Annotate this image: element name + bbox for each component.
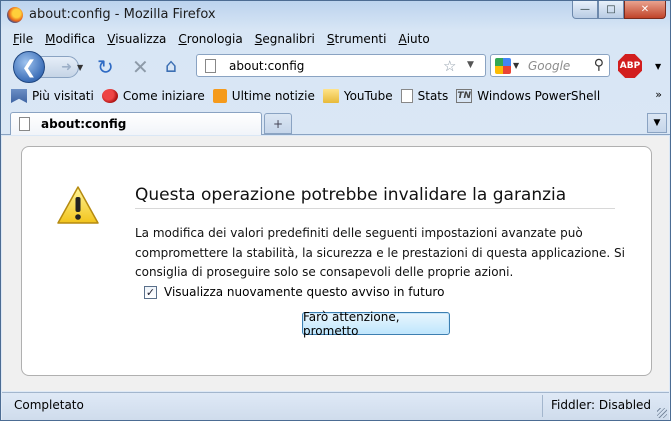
tab-about-config[interactable]: about:config bbox=[10, 112, 262, 135]
menu-strumenti[interactable]: Strumenti bbox=[321, 30, 393, 48]
firefox-logo-icon bbox=[7, 7, 23, 23]
bookmark-label: YouTube bbox=[343, 89, 393, 103]
page-icon bbox=[400, 89, 413, 103]
search-input[interactable]: Google bbox=[528, 59, 570, 73]
stop-icon[interactable]: ✕ bbox=[132, 57, 149, 77]
new-tab-button[interactable]: + bbox=[264, 113, 292, 134]
forward-button[interactable]: ➜ bbox=[39, 56, 79, 78]
bookmarks-overflow-icon[interactable]: » bbox=[655, 88, 662, 101]
status-text: Completato bbox=[14, 398, 84, 412]
window-controls: — □ ✕ bbox=[572, 1, 666, 19]
bookmark-label: Più visitati bbox=[32, 89, 94, 103]
bookmark-ultime-notizie[interactable]: Ultime notizie bbox=[212, 89, 315, 103]
menu-segnalibri[interactable]: Segnalibri bbox=[249, 30, 321, 48]
menu-file[interactable]: File bbox=[7, 30, 39, 48]
promise-button[interactable]: Farò attenzione, prometto bbox=[302, 310, 450, 338]
tab-strip: about:config + ▼ bbox=[1, 109, 670, 135]
firefox-icon bbox=[101, 89, 118, 103]
bookmark-piu-visitati[interactable]: Più visitati bbox=[11, 89, 94, 103]
bookmark-youtube[interactable]: YouTube bbox=[322, 89, 393, 103]
resize-grip-icon[interactable] bbox=[657, 408, 667, 418]
folder-icon bbox=[322, 89, 339, 103]
menu-visualizza[interactable]: Visualizza bbox=[101, 30, 172, 48]
bookmark-label: Stats bbox=[417, 89, 449, 103]
url-text[interactable]: about:config bbox=[229, 59, 304, 73]
page-icon bbox=[205, 59, 216, 73]
window-title: about:config - Mozilla Firefox bbox=[29, 7, 216, 22]
back-button[interactable]: ❮ bbox=[13, 51, 45, 83]
maximize-button[interactable]: □ bbox=[598, 1, 624, 19]
bookmark-star-icon[interactable]: ☆ bbox=[443, 57, 456, 75]
google-icon[interactable] bbox=[495, 58, 511, 74]
warning-panel: Questa operazione potrebbe invalidare la… bbox=[21, 146, 652, 376]
firefox-window: about:config - Mozilla Firefox — □ ✕ Fil… bbox=[0, 0, 671, 421]
search-icon[interactable]: ⚲ bbox=[594, 57, 604, 73]
forward-arrow-icon: ➜ bbox=[61, 59, 72, 75]
bookmark-label: Windows PowerShell bbox=[477, 89, 601, 103]
minimize-button[interactable]: — bbox=[572, 1, 598, 19]
search-bar[interactable]: ▼ Google ⚲ bbox=[490, 54, 610, 77]
show-warning-checkbox[interactable]: ✓ bbox=[144, 285, 157, 299]
tab-label: about:config bbox=[41, 117, 127, 131]
warning-icon bbox=[57, 186, 99, 224]
url-dropdown-icon[interactable]: ▼ bbox=[467, 60, 474, 70]
bookmark-come-iniziare[interactable]: Come iniziare bbox=[101, 89, 205, 103]
menu-cronologia[interactable]: Cronologia bbox=[172, 30, 248, 48]
rss-icon bbox=[212, 89, 227, 103]
bookmark-folder-icon bbox=[11, 89, 27, 103]
bookmark-windows-powershell[interactable]: TN Windows PowerShell bbox=[456, 89, 600, 103]
search-engine-dropdown-icon[interactable]: ▼ bbox=[513, 61, 519, 70]
menu-modifica[interactable]: Modifica bbox=[39, 30, 101, 48]
title-bar[interactable]: about:config - Mozilla Firefox — □ ✕ bbox=[1, 1, 670, 29]
fiddler-status[interactable]: Fiddler: Disabled bbox=[551, 398, 651, 412]
warning-title: Questa operazione potrebbe invalidare la… bbox=[135, 185, 615, 209]
adblock-dropdown-icon[interactable]: ▼ bbox=[655, 62, 661, 71]
url-bar[interactable]: about:config ☆ ▼ bbox=[196, 54, 486, 77]
navigation-toolbar: ➜ ❮ ▼ ↻ ✕ ⌂ about:config ☆ ▼ ▼ Google ⚲ … bbox=[1, 49, 670, 83]
history-dropdown-icon[interactable]: ▼ bbox=[77, 63, 85, 72]
bookmarks-toolbar: Più visitati Come iniziare Ultime notizi… bbox=[1, 85, 670, 107]
list-all-tabs-icon[interactable]: ▼ bbox=[647, 113, 667, 133]
status-divider bbox=[542, 395, 543, 417]
bookmark-label: Ultime notizie bbox=[231, 89, 315, 103]
reload-icon[interactable]: ↻ bbox=[97, 57, 114, 77]
adblock-plus-icon[interactable]: ABP bbox=[618, 54, 642, 78]
show-warning-checkbox-row[interactable]: ✓ Visualizza nuovamente questo avviso in… bbox=[144, 285, 444, 299]
menu-aiuto[interactable]: Aiuto bbox=[392, 30, 435, 48]
warning-description: La modifica dei valori predefiniti delle… bbox=[135, 226, 625, 279]
close-button[interactable]: ✕ bbox=[624, 1, 666, 19]
checkbox-label: Visualizza nuovamente questo avviso in f… bbox=[164, 285, 445, 299]
status-bar: Completato Fiddler: Disabled bbox=[2, 392, 669, 420]
menu-bar: File Modifica Visualizza Cronologia Segn… bbox=[7, 30, 436, 48]
home-icon[interactable]: ⌂ bbox=[165, 56, 177, 76]
back-arrow-icon: ❮ bbox=[21, 56, 37, 78]
bookmark-label: Come iniziare bbox=[122, 89, 205, 103]
page-content: Questa operazione potrebbe invalidare la… bbox=[2, 136, 669, 391]
tn-icon: TN bbox=[456, 89, 473, 103]
bookmark-stats[interactable]: Stats bbox=[400, 89, 449, 103]
page-icon bbox=[19, 117, 30, 131]
